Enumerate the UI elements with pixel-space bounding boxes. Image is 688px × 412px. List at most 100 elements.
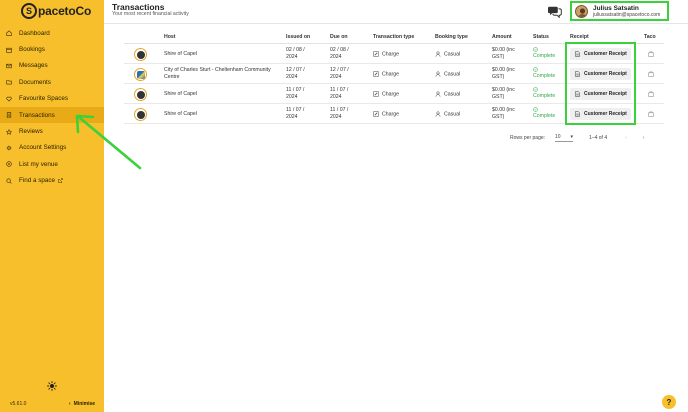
sidebar-item-label: Account Settings [19,144,67,152]
host-name: Shire of Capel [164,91,197,97]
status: Complete [533,87,555,99]
page-header: Transactions Your most recent financial … [104,0,688,24]
next-page-button[interactable]: › [643,135,645,141]
booking-type: Casual [435,51,460,57]
host-name: City of Charles Sturt - Cheltenham Commu… [164,67,271,80]
table-header: Host Issued on Due on Transaction type B… [124,30,664,44]
table-row[interactable]: City of Charles Sturt - Cheltenham Commu… [124,64,664,84]
help-button[interactable]: ? [662,395,676,409]
user-menu[interactable]: Julius Satsatin juliussatsatin@spacetoco… [570,1,669,21]
sidebar-item-label: Documents [19,78,51,86]
transaction-type: Charge [373,71,399,77]
sidebar-item-find-a-space[interactable]: Find a space [0,173,104,189]
customer-receipt-button[interactable]: Customer Receipt [570,88,631,100]
due-on: 02 / 08 /2024 [330,47,349,60]
check-circle-icon [533,107,538,112]
taco-receipt-icon[interactable] [648,111,654,117]
issued-on: 11 / 07 /2024 [286,87,305,100]
charge-icon [373,111,379,117]
user-info: Julius Satsatin juliussatsatin@spacetoco… [593,5,660,18]
chevron-left-icon: ‹ [69,401,71,407]
column-header-status[interactable]: Status [533,34,549,40]
issued-on: 11 / 07 /2024 [286,107,305,120]
table-row[interactable]: Shire of Capel 02 / 08 /2024 02 / 08 /2024… [124,44,664,64]
column-header-amount[interactable]: Amount [492,34,512,40]
rows-per-page-value: 10 [555,134,561,140]
spacetoco-logo[interactable]: S pacetoCo [21,3,91,19]
avatar [575,4,588,18]
issued-on: 02 / 08 /2024 [286,47,305,60]
host-avatar [134,88,147,101]
receipt-icon [6,112,12,119]
column-header-booking-type[interactable]: Booking type [435,34,468,40]
chat-icon[interactable] [548,4,562,18]
booking-type: Casual [435,111,460,117]
charge-icon [373,91,379,97]
table-row[interactable]: Shire of Capel 11 / 07 /2024 11 / 07 /2024… [124,84,664,104]
column-header-receipt[interactable]: Receipt [570,34,589,40]
transaction-type: Charge [373,91,399,97]
amount: $0.00 (inc GST) [492,107,515,120]
app-version: v5.61.0 [10,401,27,407]
amount: $0.00 (inc GST) [492,67,515,80]
sidebar-item-documents[interactable]: Documents [0,74,104,90]
table-row[interactable]: Shire of Capel 11 / 07 /2024 11 / 07 /2024… [124,104,664,124]
status: Complete [533,67,555,79]
sidebar-item-label: Messages [19,62,48,70]
taco-receipt-icon[interactable] [648,51,654,57]
logo-mark: S [21,3,37,19]
sidebar-item-label: List my venue [19,160,58,168]
plus-circle-icon [6,161,12,168]
booking-type: Casual [435,91,460,97]
external-link-icon [58,178,63,183]
star-icon [6,128,12,135]
taco-receipt-icon[interactable] [648,91,654,97]
minimise-button[interactable]: ‹ Minimise [69,401,95,407]
customer-receipt-button[interactable]: Customer Receipt [570,48,631,60]
user-name: Julius Satsatin [593,4,639,12]
amount: $0.00 (inc GST) [492,87,515,100]
sidebar-item-label: Transactions [19,111,55,119]
sidebar-item-label: Dashboard [19,29,50,37]
host-name: Shire of Capel [164,51,197,57]
home-icon [6,30,12,36]
sidebar-item-favourite-spaces[interactable]: Favourite Spaces [0,91,104,107]
host-avatar [134,48,147,61]
column-header-host[interactable]: Host [164,34,176,40]
sidebar-item-dashboard[interactable]: Dashboard [0,25,104,41]
document-icon [575,111,580,117]
status: Complete [533,107,555,119]
calendar-icon [6,47,12,53]
theme-toggle-sun-icon[interactable] [47,381,57,391]
customer-receipt-button[interactable]: Customer Receipt [570,68,631,80]
rows-per-page-select[interactable]: 10 ▾ [555,134,574,142]
due-on: 11 / 07 /2024 [330,107,349,120]
issued-on: 12 / 07 /2024 [286,67,305,80]
column-header-taco[interactable]: Taco [644,34,656,40]
sidebar-item-messages[interactable]: Messages [0,58,104,74]
sidebar-item-bookings[interactable]: Bookings [0,41,104,57]
host-name: Shire of Capel [164,111,197,117]
amount: $0.00 (inc GST) [492,47,515,60]
person-icon [435,91,441,97]
taco-receipt-icon[interactable] [648,71,654,77]
previous-page-button[interactable]: ‹ [625,135,627,141]
charge-icon [373,71,379,77]
folder-icon [6,79,12,85]
due-on: 12 / 07 /2024 [330,67,349,80]
pagination-range: 1–4 of 4 [589,135,608,141]
status: Complete [533,47,555,59]
sidebar: S pacetoCo Dashboard Bookings Messages Docu… [0,0,104,412]
transactions-table: Host Issued on Due on Transaction type B… [124,30,664,124]
due-on: 11 / 07 /2024 [330,87,349,100]
check-circle-icon [533,47,538,52]
sidebar-item-label: Bookings [19,46,45,54]
customer-receipt-button[interactable]: Customer Receipt [570,108,631,120]
table-body: Shire of Capel 02 / 08 /2024 02 / 08 /2024… [124,44,664,124]
person-icon [435,111,441,117]
host-avatar [134,108,147,121]
heart-icon [6,96,12,102]
column-header-transaction-type[interactable]: Transaction type [373,34,414,40]
column-header-issued-on[interactable]: Issued on [286,34,310,40]
column-header-due-on[interactable]: Due on [330,34,348,40]
